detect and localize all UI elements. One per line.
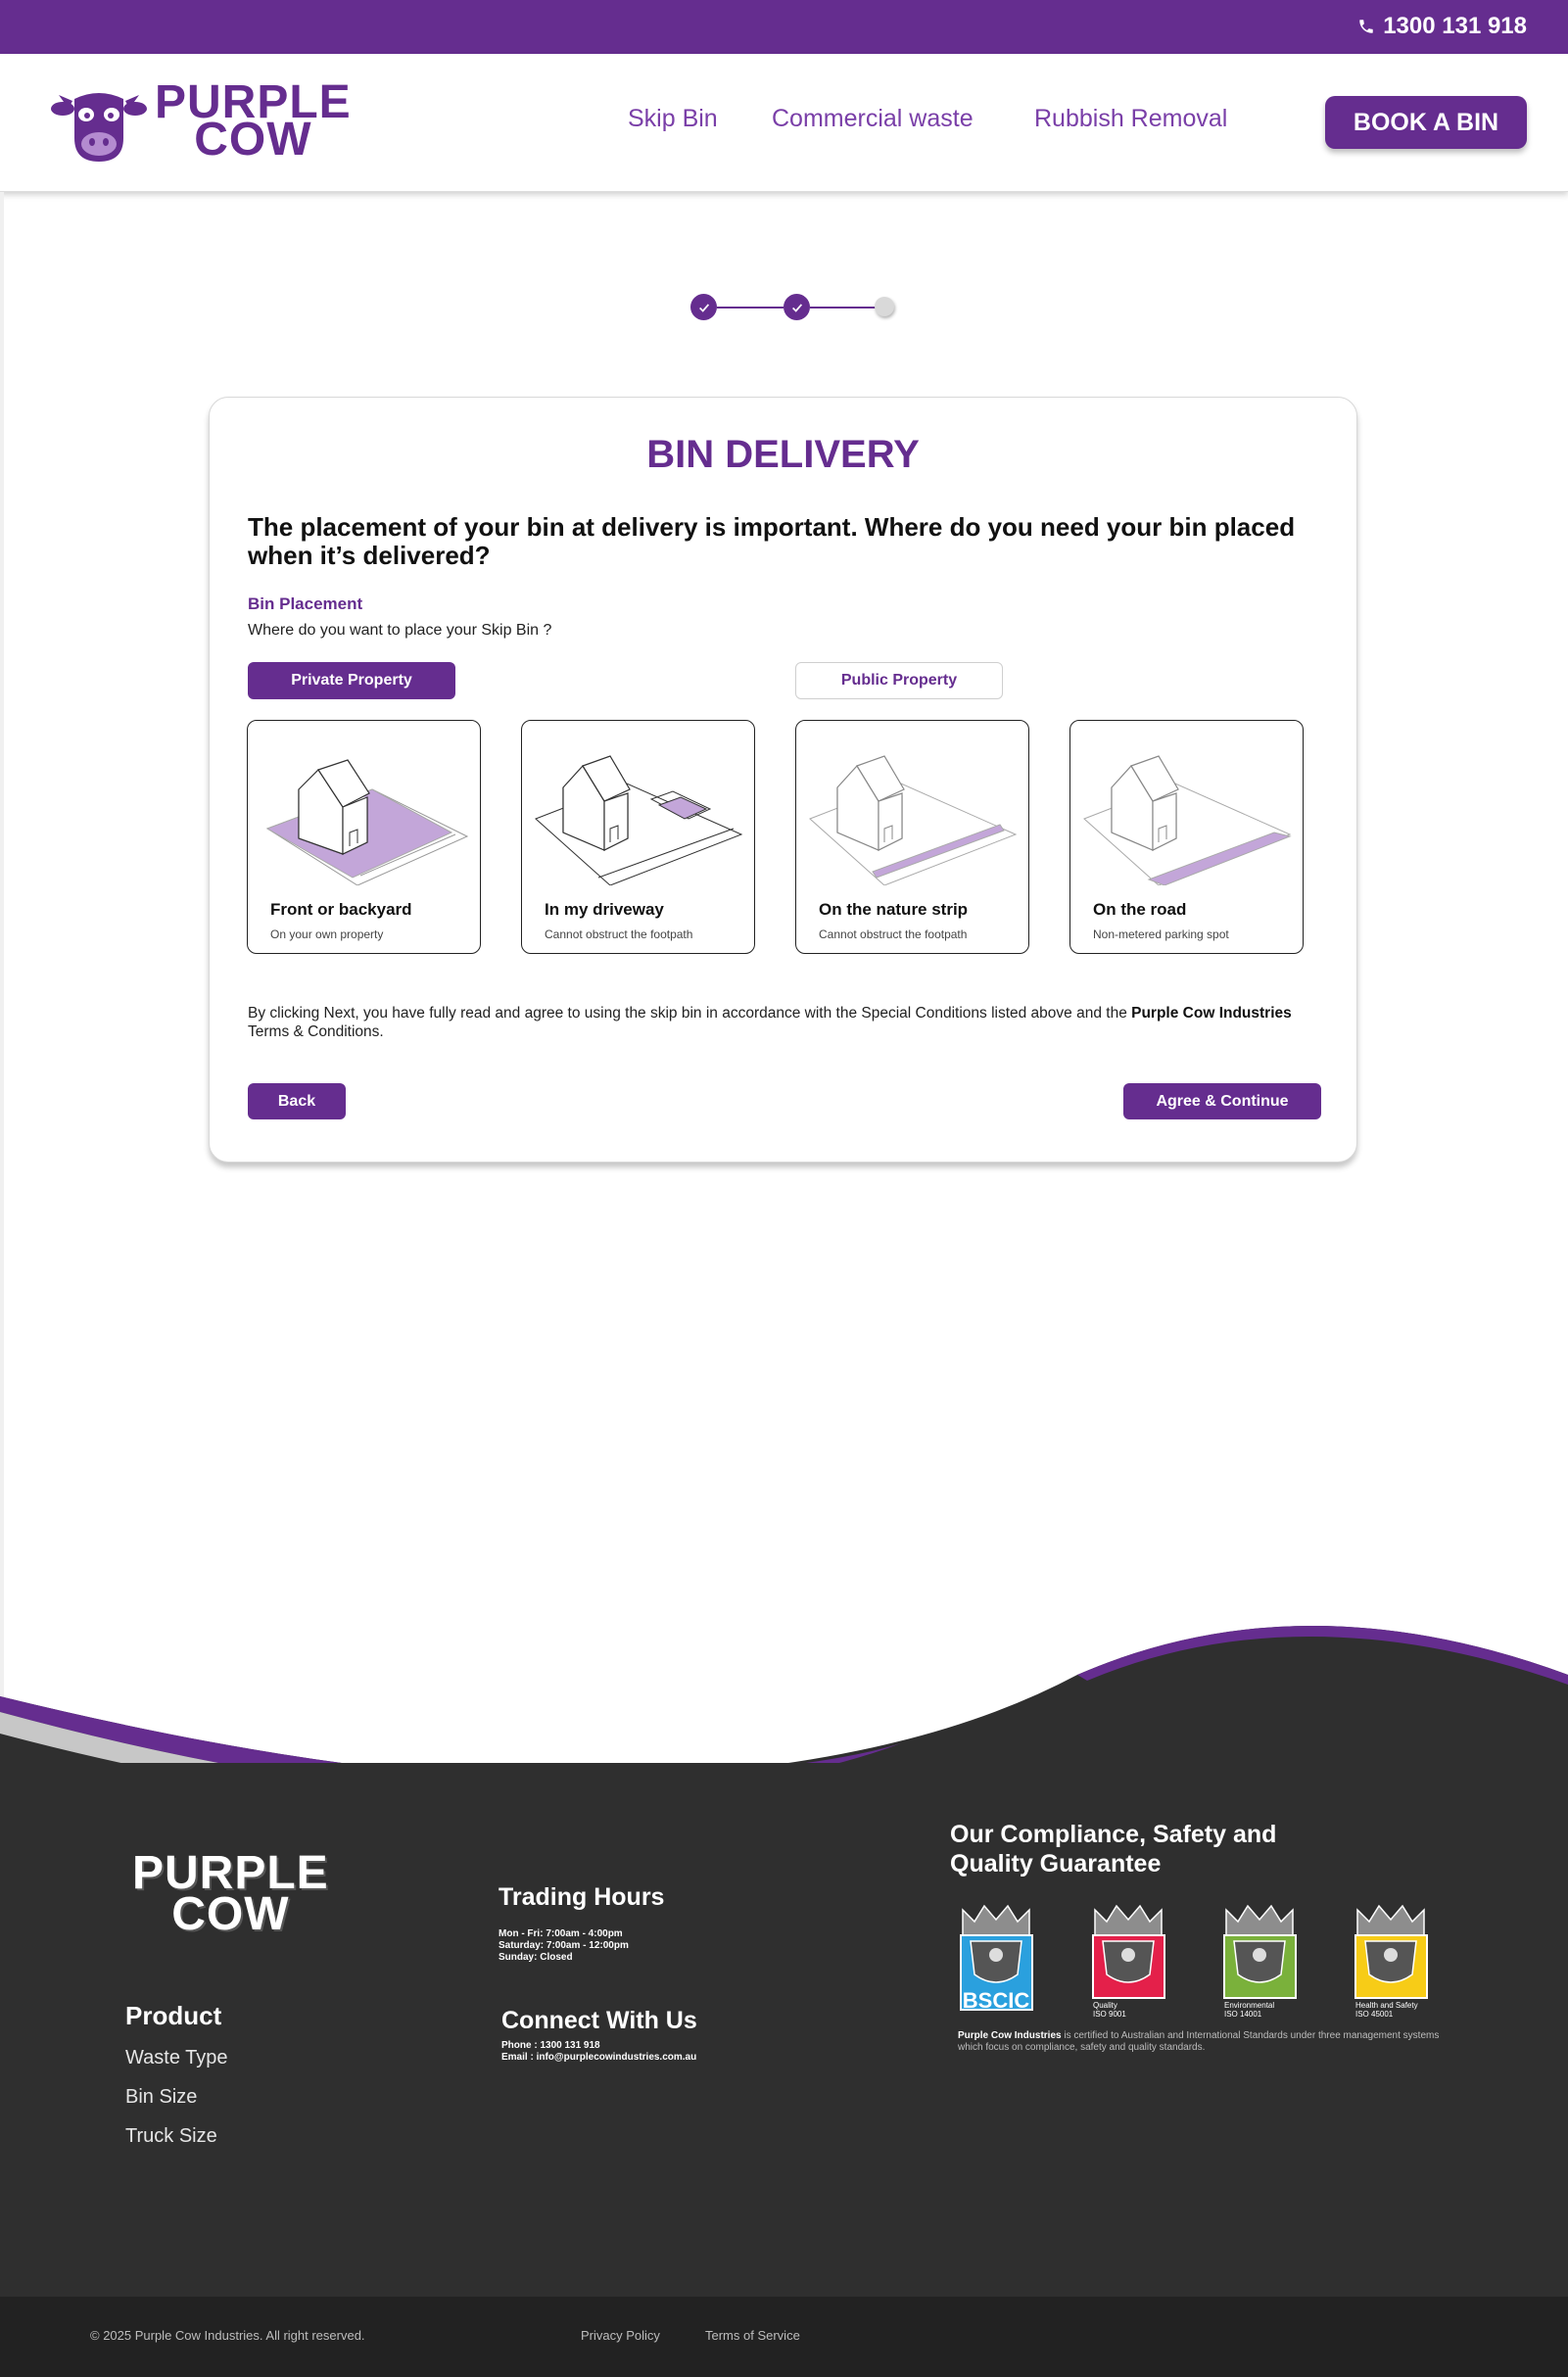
book-a-bin-button[interactable]: BOOK A BIN <box>1325 96 1527 149</box>
svg-text:BSCIC: BSCIC <box>963 1988 1030 2013</box>
contact-details: Phone : 1300 131 918 Email : info@purple… <box>501 2040 696 2064</box>
svg-text:ISO 9001: ISO 9001 <box>1093 2010 1126 2018</box>
option-front-backyard[interactable]: Front or backyard On your own property <box>247 720 481 954</box>
product-heading: Product <box>125 2001 222 2030</box>
phone-link[interactable]: 1300 131 918 <box>1357 13 1527 40</box>
option-nature-strip[interactable]: On the nature strip Cannot obstruct the … <box>795 720 1029 954</box>
agree-continue-button[interactable]: Agree & Continue <box>1123 1083 1321 1119</box>
option-subtitle: On your own property <box>270 927 384 941</box>
trading-hours: Mon - Fri: 7:00am - 4:00pm Saturday: 7:0… <box>499 1928 629 1963</box>
copyright: © 2025 Purple Cow Industries. All right … <box>90 2328 365 2343</box>
progress-stepper <box>690 291 896 322</box>
option-driveway[interactable]: In my driveway Cannot obstruct the footp… <box>521 720 755 954</box>
svg-text:Environmental: Environmental <box>1224 2001 1274 2010</box>
footer-link-bin-size[interactable]: Bin Size <box>125 2086 228 2110</box>
company-name: Purple Cow Industries <box>1131 1005 1292 1022</box>
svg-text:Quality: Quality <box>1093 2001 1117 2010</box>
house-yard-icon <box>265 759 469 885</box>
option-title: On the nature strip <box>819 900 969 919</box>
option-subtitle: Cannot obstruct the footpath <box>545 927 693 941</box>
option-title: In my driveway <box>545 900 664 919</box>
phone-number: 1300 131 918 <box>1383 13 1527 39</box>
svg-text:ISO 14001: ISO 14001 <box>1224 2010 1262 2018</box>
option-subtitle: Non-metered parking spot <box>1093 927 1229 941</box>
page-edge <box>0 192 4 1700</box>
option-subtitle: Cannot obstruct the footpath <box>819 927 968 941</box>
private-property-toggle[interactable]: Private Property <box>248 662 455 699</box>
public-property-toggle[interactable]: Public Property <box>795 662 1003 699</box>
option-road[interactable]: On the road Non-metered parking spot <box>1069 720 1304 954</box>
stepper-connector <box>810 307 877 309</box>
placement-question: The placement of your bin at delivery is… <box>248 512 1296 570</box>
nav-skip-bin[interactable]: Skip Bin <box>628 105 718 133</box>
house-nature-strip-icon <box>809 755 1018 885</box>
svg-text:Health and Safety: Health and Safety <box>1355 2001 1418 2010</box>
bin-placement-label: Bin Placement <box>248 594 363 613</box>
site-footer: PURPLE COW Product Waste Type Bin Size T… <box>0 1763 1568 2297</box>
nav-rubbish-removal[interactable]: Rubbish Removal <box>1034 105 1227 133</box>
bscic-badge-icon: BSCIC <box>960 1904 1033 2013</box>
site-header: PURPLE COW Skip Bin Commercial waste Rub… <box>0 54 1568 192</box>
back-button[interactable]: Back <box>248 1083 346 1119</box>
footer-logo[interactable]: PURPLE COW <box>132 1850 329 1938</box>
option-title: On the road <box>1093 900 1187 919</box>
check-icon <box>698 303 709 312</box>
connect-heading: Connect With Us <box>501 2007 697 2034</box>
phone-icon <box>1359 20 1373 33</box>
check-icon <box>791 303 802 312</box>
iso-9001-badge-icon: Quality ISO 9001 <box>1092 1904 1165 2018</box>
footer-phone[interactable]: Phone : 1300 131 918 <box>501 2040 696 2052</box>
compliance-heading: Our Compliance, Safety and Quality Guara… <box>950 1821 1277 1878</box>
terms-notice: By clicking Next, you have fully read an… <box>248 1005 1292 1040</box>
footer-link-truck-size[interactable]: Truck Size <box>125 2125 228 2149</box>
bin-delivery-card: BIN DELIVERY The placement of your bin a… <box>209 397 1357 1163</box>
bin-placement-subtitle: Where do you want to place your Skip Bin… <box>248 622 552 639</box>
step-1-complete <box>690 294 717 320</box>
site-logo[interactable]: PURPLE COW <box>51 79 352 164</box>
iso-14001-badge-icon: Environmental ISO 14001 <box>1223 1904 1297 2018</box>
card-title: BIN DELIVERY <box>646 433 920 476</box>
cow-logo-icon <box>51 93 147 162</box>
stepper-connector <box>717 307 784 309</box>
iso-45001-badge-icon: Health and Safety ISO 45001 <box>1354 1904 1428 2018</box>
house-driveway-icon <box>535 755 743 885</box>
nav-commercial-waste[interactable]: Commercial waste <box>772 105 974 133</box>
product-links: Waste Type Bin Size Truck Size <box>125 2047 228 2164</box>
svg-text:ISO 45001: ISO 45001 <box>1355 2010 1394 2018</box>
certification-note: Purple Cow Industries is certified to Au… <box>958 2030 1440 2053</box>
terms-of-service-link[interactable]: Terms of Service <box>705 2328 800 2343</box>
step-3-current <box>875 297 894 316</box>
house-road-icon <box>1083 755 1292 885</box>
top-bar: 1300 131 918 <box>0 0 1568 54</box>
footer-link-waste-type[interactable]: Waste Type <box>125 2047 228 2070</box>
option-title: Front or backyard <box>270 900 412 919</box>
privacy-policy-link[interactable]: Privacy Policy <box>581 2328 660 2343</box>
bottom-bar: © 2025 Purple Cow Industries. All right … <box>0 2297 1568 2377</box>
step-2-complete <box>784 294 810 320</box>
trading-hours-heading: Trading Hours <box>499 1883 665 1911</box>
footer-email[interactable]: Email : info@purplecowindustries.com.au <box>501 2052 696 2064</box>
logo-wordmark: PURPLE COW <box>155 76 352 166</box>
